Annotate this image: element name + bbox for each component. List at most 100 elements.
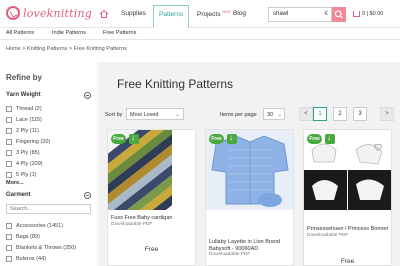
checkbox[interactable] [6, 245, 12, 251]
free-badge: Free [111, 134, 126, 144]
search-input[interactable]: shawl € [268, 7, 332, 22]
heart-icon[interactable] [374, 144, 382, 151]
yarn-weight-option[interactable]: 3 Ply (85) [6, 149, 40, 157]
facet-label: 5 Ply (1) [16, 172, 37, 178]
download-icon[interactable] [227, 133, 237, 144]
filter-sidebar: Refine by Yarn Weight Thread (2) Lace (1… [0, 62, 98, 266]
nav-patterns[interactable]: Patterns [153, 5, 190, 28]
refine-heading: Refine by [6, 73, 43, 82]
chevron-down-icon: ⌄ [277, 112, 282, 118]
items-per-page-select[interactable]: 30 ⌄ [263, 108, 285, 120]
logo-text: loveknitting [23, 6, 93, 20]
more-link[interactable]: More... [6, 180, 24, 186]
checkbox[interactable] [6, 172, 12, 178]
checkbox[interactable] [6, 161, 12, 167]
product-price: Free [144, 246, 159, 253]
sort-select[interactable]: Most Loved ⌄ [126, 108, 184, 120]
checkbox[interactable] [6, 234, 12, 240]
logo[interactable]: loveknitting [6, 5, 92, 21]
checkbox[interactable] [6, 150, 12, 156]
items-per-page-value: 30 [267, 112, 274, 118]
product-card[interactable]: Free Fuss Free Baby cardigan Downloadabl… [107, 129, 196, 266]
patterns-subnav: All Patterns Indie Patterns Free Pattern… [0, 28, 400, 40]
garment-option[interactable]: Accessories (1451) [6, 222, 63, 230]
checkbox[interactable] [6, 223, 12, 229]
product-title[interactable]: Prinsessehuen / Princess Bonnet [307, 226, 391, 233]
facet-label: Blankets & Throws (250) [16, 245, 77, 251]
search-button[interactable] [332, 7, 346, 22]
cart-text: 0 | $0.00 [362, 11, 384, 17]
garment-search-input[interactable] [6, 204, 91, 214]
cart-button[interactable]: 0 | $0.00 [353, 11, 383, 17]
search-icon [334, 10, 343, 19]
checkbox[interactable] [6, 139, 12, 145]
collapse-icon[interactable] [84, 192, 91, 199]
facet-label: Accessories (1451) [16, 223, 64, 229]
facet-label: 3 Ply (85) [16, 150, 40, 156]
search-category-caret-icon[interactable]: € [325, 11, 328, 17]
product-image[interactable]: Free [206, 130, 293, 210]
facet-label: Bags (89) [16, 234, 40, 240]
facet-label: Boleros (44) [16, 256, 46, 262]
nav-supplies[interactable]: Supplies [121, 10, 146, 17]
checkbox[interactable] [6, 106, 12, 112]
subnav-free-patterns[interactable]: Free Patterns [103, 30, 136, 36]
facet-label: 4 Ply (209) [16, 161, 43, 167]
free-badge: Free [209, 134, 224, 144]
product-card[interactable]: Free Prinsessehuen / Princess Bonnet Dow… [303, 129, 392, 266]
download-icon[interactable] [325, 133, 335, 144]
sort-value: Most Loved [130, 112, 159, 118]
page-title: Free Knitting Patterns [117, 77, 234, 91]
checkbox[interactable] [6, 117, 12, 123]
nav-projects[interactable]: Projects NEW [197, 10, 230, 18]
yarn-weight-option[interactable]: Thread (2) [6, 105, 42, 113]
product-title[interactable]: Lullaby Layette in Lion Brand Babysoft -… [209, 239, 293, 252]
items-per-page-label: Items per page [220, 112, 257, 118]
yarn-weight-option[interactable]: Lace (115) [6, 116, 42, 124]
facet-label: Lace (115) [16, 117, 42, 123]
site-header: loveknitting Supplies Patterns Projects … [0, 0, 400, 28]
pager-page-2[interactable]: 2 [333, 107, 347, 121]
sort-label: Sort by [105, 112, 123, 118]
product-image[interactable]: Free [304, 130, 391, 210]
free-badge: Free [307, 134, 322, 144]
subnav-all-patterns[interactable]: All Patterns [6, 30, 34, 36]
facet-label: Fingering (20) [16, 139, 51, 145]
home-icon[interactable] [99, 9, 109, 19]
garment-option[interactable]: Blankets & Throws (250) [6, 244, 76, 252]
yarn-weight-option[interactable]: Fingering (20) [6, 138, 50, 146]
facet-label: Thread (2) [16, 106, 42, 112]
product-card[interactable]: Free Lullaby Layette in Lion Brand Babys… [205, 129, 294, 266]
download-icon[interactable] [129, 133, 139, 144]
yarn-weight-option[interactable]: 5 Ply (1) [6, 171, 36, 179]
product-format: Downloadable PDF [307, 233, 349, 238]
new-badge: NEW [222, 10, 231, 14]
subnav-indie-patterns[interactable]: Indie Patterns [52, 30, 86, 36]
pager-prev-button[interactable]: < [299, 107, 313, 121]
cart-icon [353, 11, 360, 17]
product-image[interactable]: Free [108, 130, 195, 210]
yarn-weight-title[interactable]: Yarn Weight [6, 92, 41, 98]
yarn-weight-option[interactable]: 4 Ply (209) [6, 160, 43, 168]
results-area: Free Knitting Patterns Sort by Most Love… [99, 62, 400, 266]
facet-label: 2 Ply (11) [16, 128, 40, 134]
pager-next-button[interactable]: > [380, 107, 394, 121]
search-value: shawl [273, 11, 289, 17]
yarn-weight-option[interactable]: 2 Ply (11) [6, 127, 39, 135]
breadcrumb[interactable]: Home > Knitting Patterns > Free Knitting… [6, 46, 127, 52]
checkbox[interactable] [6, 256, 12, 262]
garment-title[interactable]: Garment [6, 192, 31, 198]
garment-option[interactable]: Boleros (44) [6, 255, 46, 263]
nav-blog[interactable]: Blog [233, 10, 246, 17]
checkbox[interactable] [6, 128, 12, 134]
pager-page-3[interactable]: 3 [353, 107, 367, 121]
collapse-icon[interactable] [84, 92, 91, 99]
product-format: Downloadable PDF [209, 252, 251, 257]
logo-heart-icon [6, 6, 20, 20]
pager-page-1[interactable]: 1 [313, 107, 327, 121]
chevron-down-icon: ⌄ [175, 112, 180, 118]
product-title[interactable]: Fuss Free Baby cardigan [111, 215, 195, 222]
nav-projects-label: Projects [197, 11, 221, 19]
garment-option[interactable]: Bags (89) [6, 233, 40, 241]
product-format: Downloadable PDF [111, 222, 153, 227]
